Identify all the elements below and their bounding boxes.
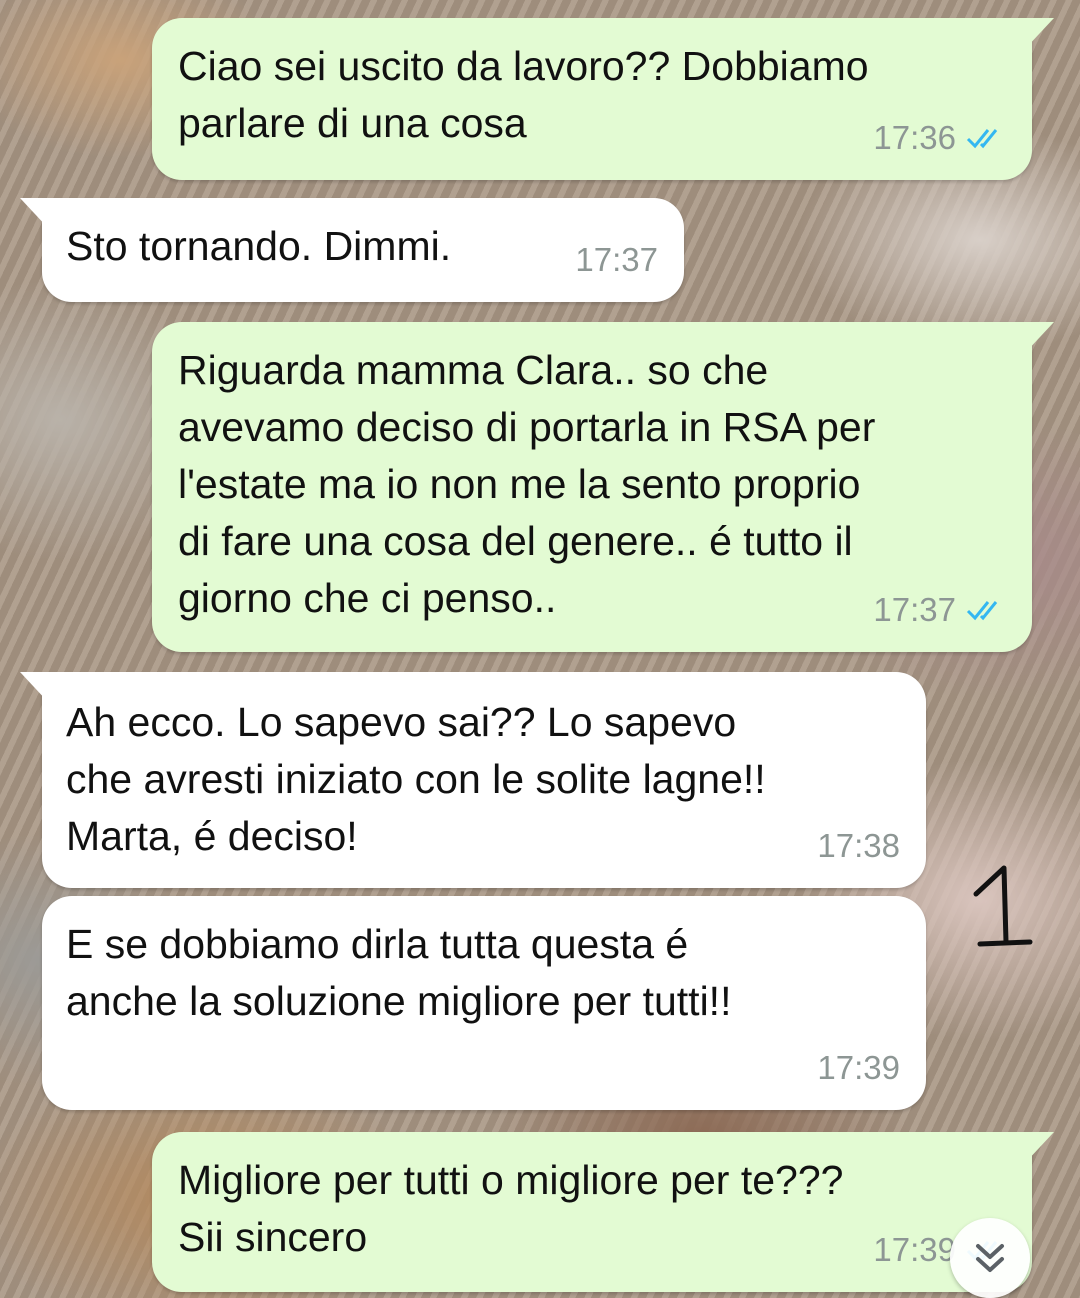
message-meta: 17:39 xyxy=(817,1039,900,1096)
message-meta: 17:38 xyxy=(817,817,900,874)
message-text: Ah ecco. Lo sapevo sai?? Lo sapevo che a… xyxy=(66,699,766,859)
handwritten-annotation-mark xyxy=(973,865,1033,947)
message-text: Migliore per tutti o migliore per te??? … xyxy=(178,1157,844,1260)
message-bubble-incoming[interactable]: Ah ecco. Lo sapevo sai?? Lo sapevo che a… xyxy=(20,672,926,888)
message-time: 17:38 xyxy=(817,827,900,864)
message-bubble-outgoing[interactable]: Ciao sei uscito da lavoro?? Dobbiamo par… xyxy=(152,18,1054,180)
message-bubble-outgoing[interactable]: Migliore per tutti o migliore per te??? … xyxy=(152,1132,1054,1292)
message-time: 17:37 xyxy=(873,591,956,628)
message-time: 17:36 xyxy=(873,119,956,156)
message-bubble-incoming[interactable]: Sto tornando. Dimmi. 17:37 xyxy=(20,198,684,302)
double-check-icon xyxy=(966,600,998,620)
message-bubble-outgoing[interactable]: Riguarda mamma Clara.. so che avevamo de… xyxy=(152,322,1054,652)
message-text: Ciao sei uscito da lavoro?? Dobbiamo par… xyxy=(178,43,869,146)
message-text: E se dobbiamo dirla tutta questa é anche… xyxy=(66,921,732,1024)
message-meta: 17:37 xyxy=(873,581,1010,638)
message-time: 17:39 xyxy=(873,1231,956,1268)
message-time: 17:37 xyxy=(575,241,658,278)
message-meta: 17:37 xyxy=(575,231,658,288)
message-meta: 17:36 xyxy=(873,109,1010,166)
message-text: Sto tornando. Dimmi. xyxy=(66,223,452,269)
message-bubble-incoming[interactable]: E se dobbiamo dirla tutta questa é anche… xyxy=(42,896,926,1110)
message-time: 17:39 xyxy=(817,1049,900,1086)
message-text: Riguarda mamma Clara.. so che avevamo de… xyxy=(178,347,876,621)
double-chevron-down-icon xyxy=(976,1244,1004,1272)
scroll-to-bottom-button[interactable] xyxy=(950,1218,1030,1298)
double-check-icon xyxy=(966,128,998,148)
